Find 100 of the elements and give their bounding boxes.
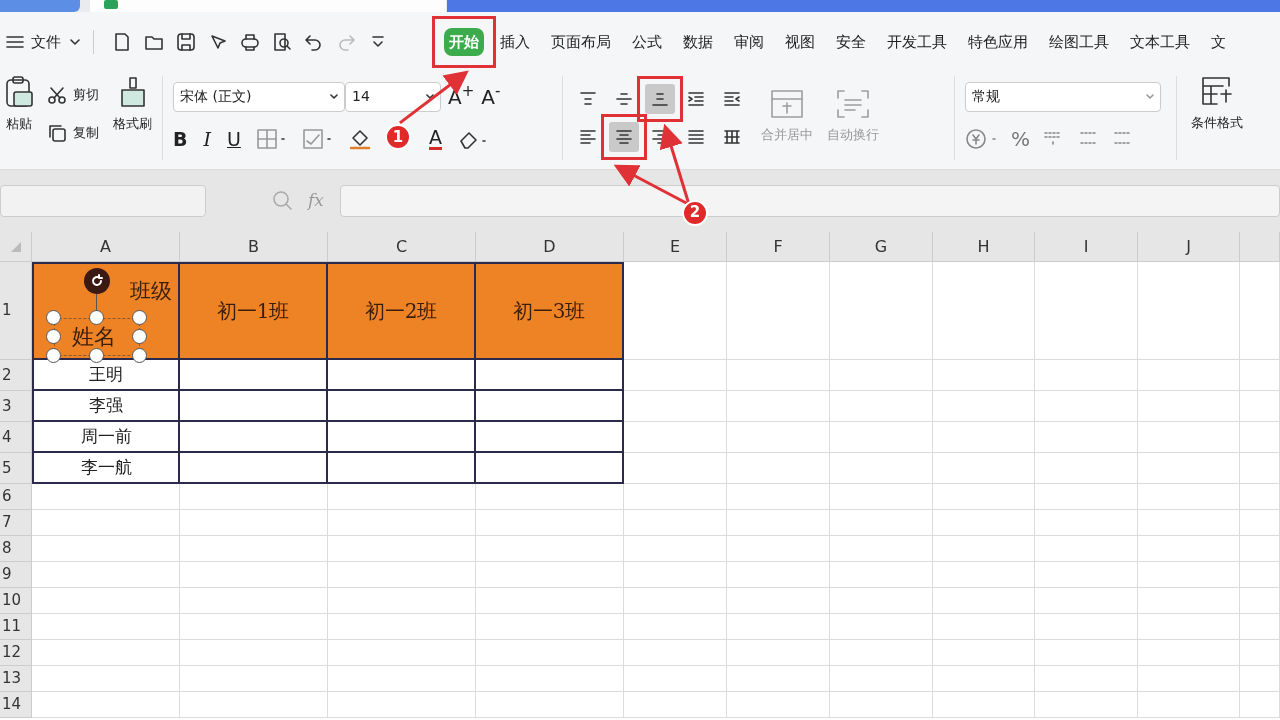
select-all-corner[interactable] [0,232,32,262]
decrease-font-size-button[interactable]: A$^{-}$ [481,81,501,112]
row-header[interactable]: 7 [0,510,32,536]
grid-cell[interactable] [180,510,328,536]
column-header[interactable]: I [1035,232,1138,262]
grid-cell[interactable] [933,360,1035,391]
grid-cell[interactable] [328,640,476,666]
grid-cell[interactable] [180,692,328,718]
document-tab[interactable] [90,0,446,12]
grid-cell[interactable] [1035,262,1138,360]
row-header[interactable]: 5 [0,453,32,484]
grid-cell[interactable] [476,562,624,588]
grid-cell[interactable] [830,484,933,510]
grid-cell[interactable] [1240,453,1280,484]
grid-cell[interactable] [476,588,624,614]
row-header[interactable]: 4 [0,422,32,453]
grid-cell[interactable] [1035,391,1138,422]
grid-cell[interactable] [1138,391,1240,422]
ribbon-tab[interactable]: 数据 [678,27,718,57]
bold-button[interactable]: B [173,124,188,154]
resize-handle[interactable] [132,348,147,363]
grid-cell[interactable] [933,692,1035,718]
cell-style-icon[interactable] [302,128,333,149]
grid-cell[interactable] [727,391,830,422]
grid-cell[interactable] [1035,510,1138,536]
grid-cell[interactable] [1138,640,1240,666]
grid-cell[interactable] [32,484,180,510]
ribbon-tab[interactable]: 文本工具 [1125,27,1195,57]
italic-button[interactable]: I [203,124,211,154]
grid-cell[interactable] [727,536,830,562]
grid-cell[interactable] [727,666,830,692]
grid-cell[interactable] [624,510,727,536]
grid-cell[interactable] [727,453,830,484]
grid-cell[interactable] [1138,360,1240,391]
grid-cell[interactable] [830,360,933,391]
zoom-icon[interactable] [272,190,294,212]
grid-cell[interactable] [727,360,830,391]
grid-cell[interactable] [476,692,624,718]
chevron-down-icon[interactable] [69,38,81,46]
column-header[interactable]: G [830,232,933,262]
grid-cell[interactable] [476,484,624,510]
row-header[interactable]: 9 [0,562,32,588]
grid-cell[interactable] [1240,510,1280,536]
grid-cell[interactable] [624,588,727,614]
grid-cell[interactable] [830,262,933,360]
grid-cell[interactable] [830,692,933,718]
grid-cell[interactable] [624,562,727,588]
grid-cell[interactable] [830,588,933,614]
grid-cell[interactable] [1035,484,1138,510]
grid-cell[interactable] [32,640,180,666]
grid-cell[interactable] [727,484,830,510]
grid-cell[interactable] [476,536,624,562]
grid-cell[interactable] [624,484,727,510]
column-header[interactable]: B [180,232,328,262]
ribbon-tab[interactable]: 安全 [831,27,871,57]
grid-cell[interactable] [624,666,727,692]
resize-handle[interactable] [132,329,147,344]
grid-cell[interactable] [830,536,933,562]
grid-cell[interactable] [933,453,1035,484]
column-header[interactable]: H [933,232,1035,262]
grid-cell[interactable] [830,391,933,422]
grid-cell[interactable] [624,614,727,640]
borders-icon[interactable] [256,128,287,149]
paste-button[interactable]: 粘贴 [4,75,34,160]
align-center-button[interactable] [609,121,639,152]
grid-cell[interactable] [180,640,328,666]
grid-cell[interactable] [1035,536,1138,562]
ribbon-tab[interactable]: 页面布局 [546,27,616,57]
grid-cell[interactable] [830,422,933,453]
grid-cell[interactable] [1035,422,1138,453]
grid-cell[interactable] [328,536,476,562]
grid-cell[interactable] [830,666,933,692]
grid-cell[interactable] [32,666,180,692]
row-header[interactable]: 6 [0,484,32,510]
grid-cell[interactable] [1035,614,1138,640]
print-icon[interactable] [240,32,260,52]
grid-cell[interactable] [933,484,1035,510]
ribbon-tab[interactable]: 文 [1206,27,1231,57]
grid-cell[interactable] [1240,360,1280,391]
grid-cell[interactable] [1138,562,1240,588]
undo-icon[interactable] [304,32,324,52]
column-header[interactable]: F [727,232,830,262]
grid-cell[interactable] [933,536,1035,562]
grid-cell[interactable] [830,453,933,484]
row-header[interactable]: 2 [0,360,32,391]
grid-cell[interactable] [32,562,180,588]
grid-cell[interactable] [727,588,830,614]
grid-cell[interactable] [32,510,180,536]
fill-color-icon[interactable] [348,127,371,150]
row-header[interactable]: 8 [0,536,32,562]
ribbon-tab[interactable]: 绘图工具 [1044,27,1114,57]
resize-handle[interactable] [46,329,61,344]
ribbon-tab[interactable]: 审阅 [729,27,769,57]
font-color-button[interactable]: A [428,127,442,150]
spreadsheet-icon[interactable] [104,0,118,9]
copy-button[interactable]: 复制 [48,122,99,143]
grid-cell[interactable] [180,588,328,614]
row-header[interactable]: 1 [0,262,32,360]
grid-cell[interactable] [727,614,830,640]
grid-cell[interactable] [1240,262,1280,360]
